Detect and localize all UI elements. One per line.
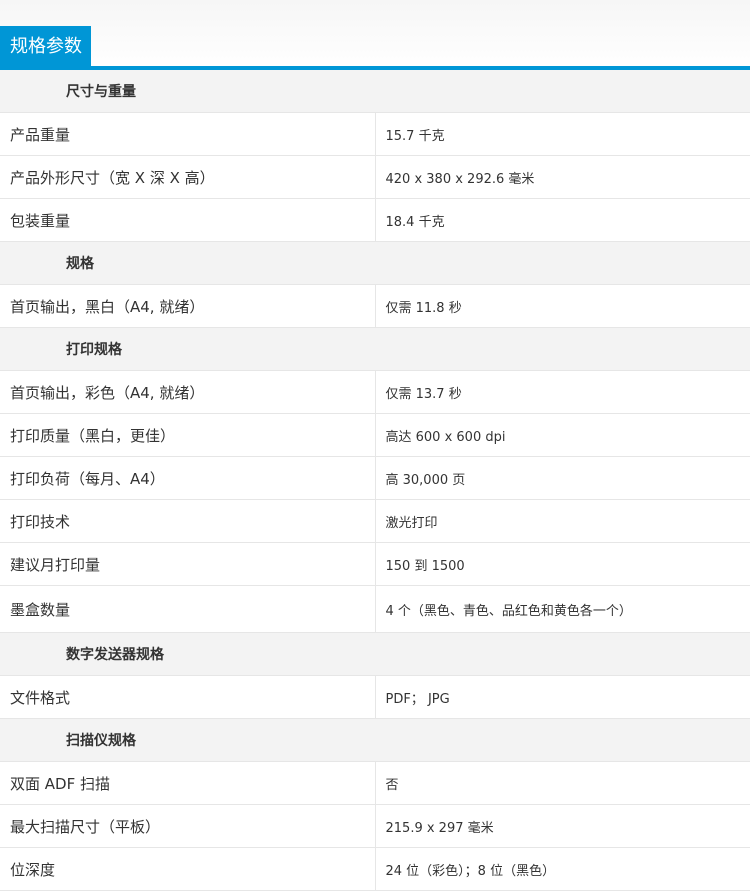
- specs-header: 规格参数: [0, 0, 750, 70]
- spec-row: 文件格式 PDF； JPG: [0, 675, 750, 719]
- spec-label: 产品重量: [0, 112, 376, 156]
- spec-value: 215.9 x 297 毫米: [375, 804, 750, 848]
- spec-label: 打印技术: [0, 499, 376, 543]
- spec-value: 15.7 千克: [375, 112, 750, 156]
- spec-label: 建议月打印量: [0, 542, 376, 586]
- spec-value: 高达 600 x 600 dpi: [375, 413, 750, 457]
- spec-label: 双面 ADF 扫描: [0, 761, 376, 805]
- spec-label: 首页输出，黑白（A4, 就绪）: [0, 284, 376, 328]
- spec-label: 文件格式: [0, 675, 376, 719]
- section-title: 尺寸与重量: [0, 70, 750, 113]
- spec-label: 包装重量: [0, 198, 376, 242]
- spec-row: 建议月打印量 150 到 1500: [0, 542, 750, 586]
- spec-value: 仅需 11.8 秒: [375, 284, 750, 328]
- spec-value: 高 30,000 页: [375, 456, 750, 500]
- spec-row: 位深度 24 位（彩色）；8 位（黑色）: [0, 847, 750, 891]
- spec-value: PDF； JPG: [375, 675, 750, 719]
- spec-row: 打印负荷（每月、A4） 高 30,000 页: [0, 456, 750, 500]
- spec-label: 最大扫描尺寸（平板）: [0, 804, 376, 848]
- spec-value: 否: [375, 761, 750, 805]
- section-title: 打印规格: [0, 327, 750, 371]
- spec-label: 位深度: [0, 847, 376, 891]
- spec-label: 打印负荷（每月、A4）: [0, 456, 376, 500]
- section-title: 数字发送器规格: [0, 632, 750, 676]
- spec-row: 双面 ADF 扫描 否: [0, 761, 750, 805]
- section-header-size-weight: 尺寸与重量: [0, 70, 750, 113]
- specs-title-tab: 规格参数: [0, 26, 91, 67]
- spec-value: 420 x 380 x 292.6 毫米: [375, 155, 750, 199]
- spec-row: 打印技术 激光打印: [0, 499, 750, 543]
- spec-value: 激光打印: [375, 499, 750, 543]
- spec-value: 仅需 13.7 秒: [375, 370, 750, 414]
- section-header-print-specs: 打印规格: [0, 327, 750, 371]
- section-title: 规格: [0, 241, 750, 285]
- spec-label: 打印质量（黑白，更佳）: [0, 413, 376, 457]
- section-header-scanner: 扫描仪规格: [0, 718, 750, 762]
- spec-row: 墨盒数量 4 个（黑色、青色、品红色和黄色各一个）: [0, 585, 750, 633]
- spec-value: 150 到 1500: [375, 542, 750, 586]
- spec-label: 首页输出，彩色（A4, 就绪）: [0, 370, 376, 414]
- spec-value: 24 位（彩色）；8 位（黑色）: [375, 847, 750, 891]
- spec-row: 包装重量 18.4 千克: [0, 198, 750, 242]
- spec-value: 18.4 千克: [375, 198, 750, 242]
- spec-label: 墨盒数量: [0, 585, 376, 633]
- section-title: 扫描仪规格: [0, 718, 750, 762]
- spec-row: 首页输出，黑白（A4, 就绪） 仅需 11.8 秒: [0, 284, 750, 328]
- spec-label: 产品外形尺寸（宽 X 深 X 高）: [0, 155, 376, 199]
- spec-row: 最大扫描尺寸（平板） 215.9 x 297 毫米: [0, 804, 750, 848]
- section-header-digital-send: 数字发送器规格: [0, 632, 750, 676]
- spec-row: 首页输出，彩色（A4, 就绪） 仅需 13.7 秒: [0, 370, 750, 414]
- spec-row: 产品重量 15.7 千克: [0, 112, 750, 156]
- spec-row: 产品外形尺寸（宽 X 深 X 高） 420 x 380 x 292.6 毫米: [0, 155, 750, 199]
- spec-row: 打印质量（黑白，更佳） 高达 600 x 600 dpi: [0, 413, 750, 457]
- header-divider: [0, 66, 750, 70]
- section-header-specs: 规格: [0, 241, 750, 285]
- spec-value: 4 个（黑色、青色、品红色和黄色各一个）: [375, 585, 750, 633]
- specs-table: 尺寸与重量 产品重量 15.7 千克 产品外形尺寸（宽 X 深 X 高） 420…: [0, 70, 750, 891]
